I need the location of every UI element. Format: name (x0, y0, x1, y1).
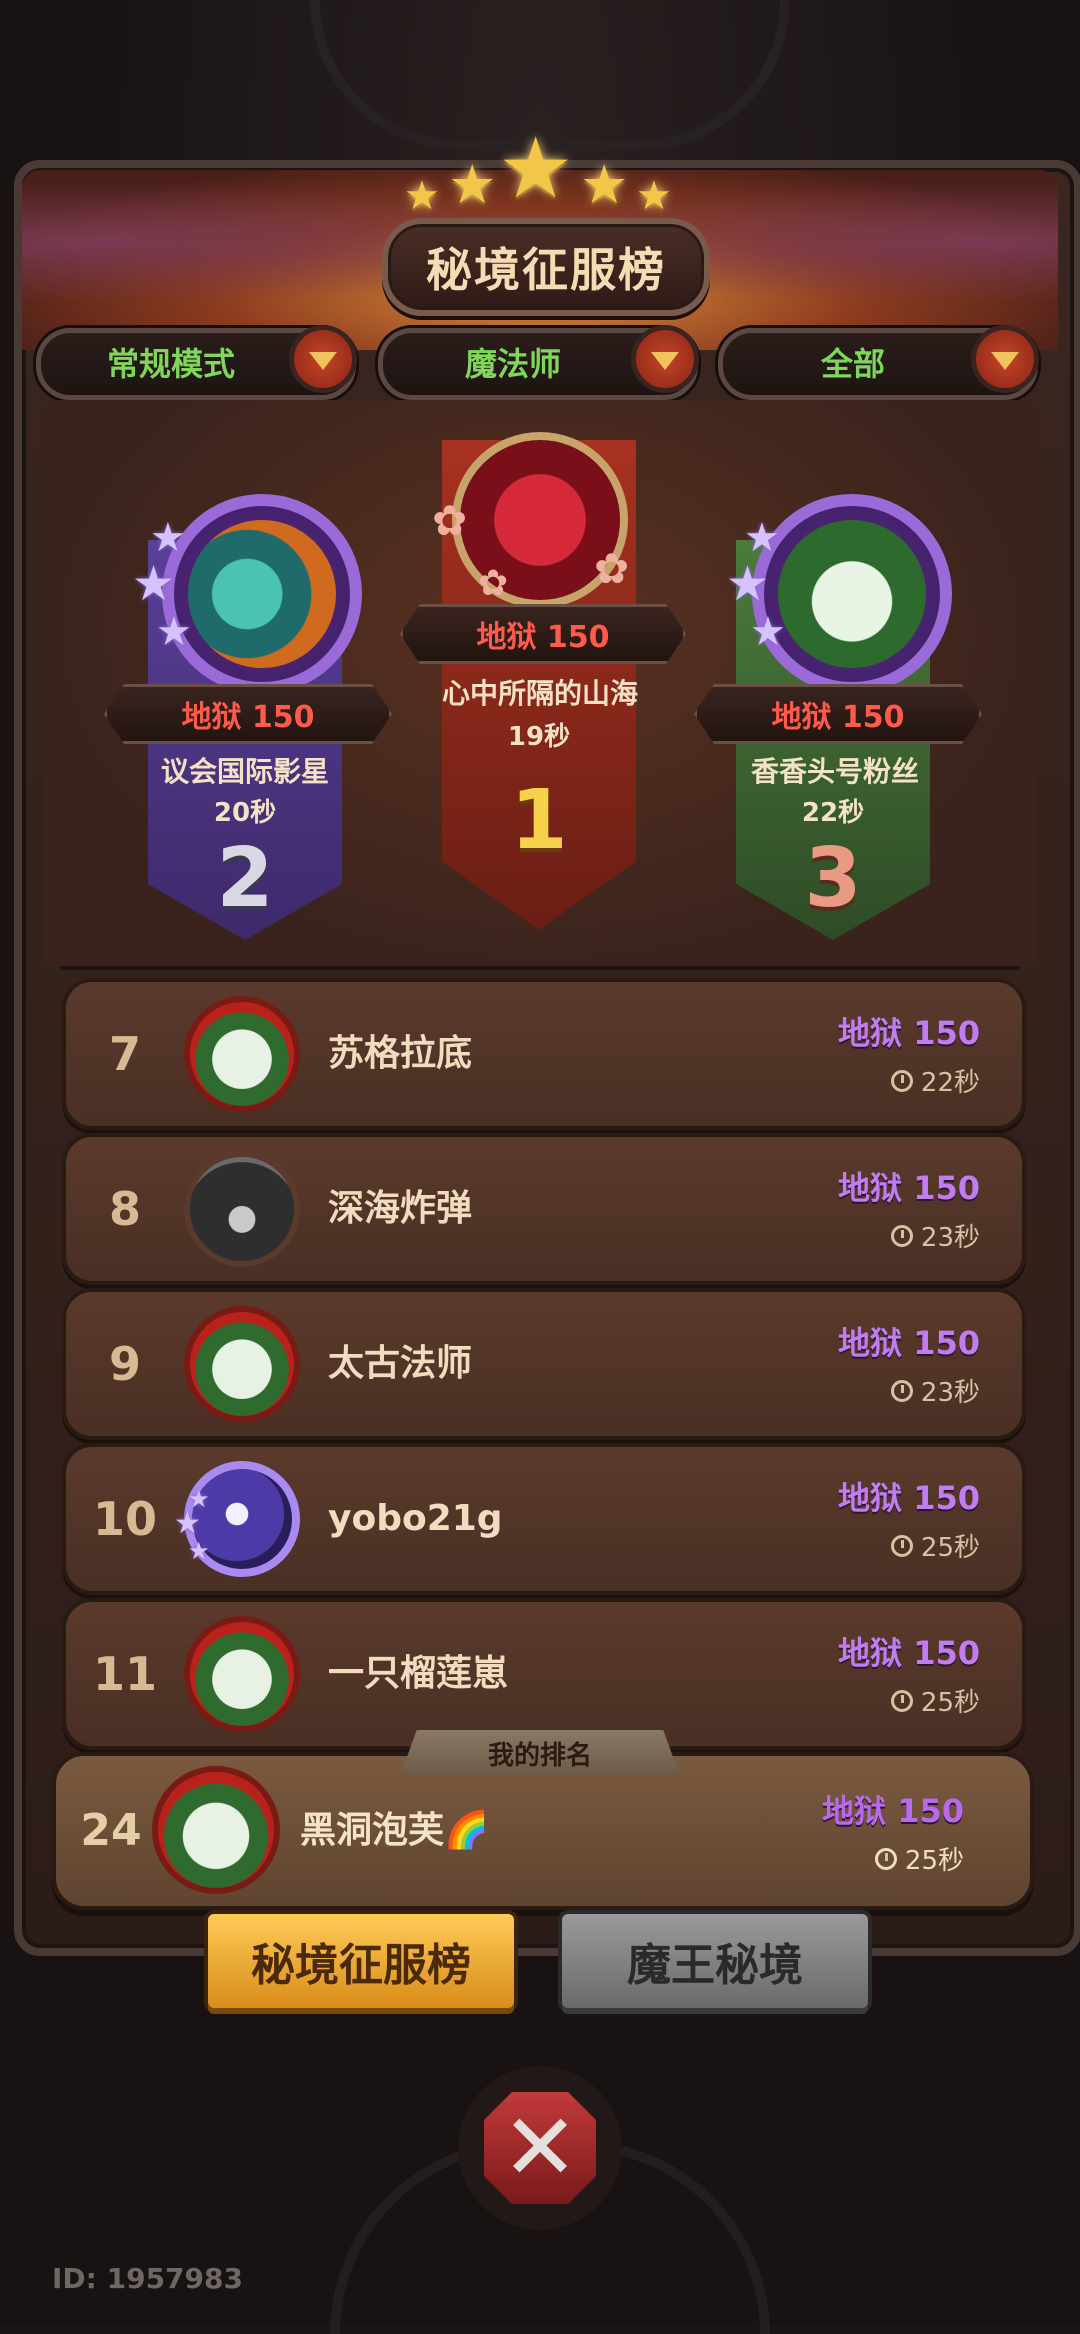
flower-icon: ✿ (594, 544, 630, 593)
clock-icon (890, 1379, 913, 1402)
list-row[interactable]: 10 ★ ★ ★ yobo21g 地狱 150 25秒 (62, 1443, 1026, 1595)
my-time: 25秒 (904, 1846, 964, 1876)
chevron-down-icon[interactable] (971, 325, 1039, 393)
row-difficulty: 地狱 150 (838, 1479, 980, 1517)
hooded-avatar-icon (184, 1151, 300, 1267)
podium-second-name: 议会国际影星 (160, 755, 329, 788)
podium-first-rank: 1 (510, 773, 568, 868)
podium-third-time: 22秒 (801, 798, 865, 828)
row-player-name: 太古法师 (328, 1343, 473, 1384)
row-difficulty: 地狱 150 (838, 1169, 980, 1207)
row-difficulty: 地狱 150 (838, 1634, 980, 1672)
row-time: 22秒 (920, 1068, 980, 1098)
row-player-name: 深海炸弹 (328, 1188, 473, 1229)
chevron-down-icon[interactable] (289, 325, 357, 393)
list-row[interactable]: 11 一只榴莲崽 地狱 150 25秒 (62, 1598, 1026, 1750)
user-id: ID: 1957983 (52, 2262, 243, 2295)
podium-third-name: 香香头号粉丝 (750, 755, 919, 788)
page-title: 秘境征服榜 (426, 243, 666, 297)
row-rank: 11 (92, 1647, 157, 1701)
podium-third-difficulty: 地狱 150 (694, 684, 982, 744)
my-rank-number: 24 (80, 1805, 142, 1856)
star-icon: ★ (174, 1506, 201, 1541)
clock-icon (890, 1224, 913, 1247)
scope-filter-dropdown[interactable]: 全部 (718, 325, 1039, 400)
xmas-avatar-icon (184, 1306, 300, 1422)
chevron-down-icon[interactable] (631, 325, 699, 393)
clock-icon (890, 1534, 913, 1557)
divider (60, 966, 1020, 970)
class-filter-label: 魔法师 (464, 345, 561, 383)
clock-icon (890, 1689, 913, 1712)
row-time: 23秒 (920, 1378, 980, 1408)
row-difficulty: 地狱 150 (838, 1014, 980, 1052)
my-player-name: 黑洞泡芙🌈 (300, 1810, 489, 1851)
xmas-avatar-icon (184, 996, 300, 1112)
xmas-avatar-icon (152, 1766, 280, 1894)
row-rank: 10 (92, 1492, 157, 1546)
row-time: 23秒 (920, 1223, 980, 1253)
star-icon: ★ (636, 173, 672, 219)
flower-icon: ✿ (478, 563, 509, 604)
row-rank: 9 (108, 1337, 141, 1391)
row-time: 25秒 (920, 1688, 980, 1718)
star-icon: ★ (750, 609, 786, 655)
star-icon: ★ (580, 153, 629, 216)
row-player-name: yobo21g (328, 1498, 503, 1539)
star-icon: ★ (726, 556, 770, 612)
podium-third-rank: 3 (804, 831, 862, 926)
my-difficulty: 地狱 150 (822, 1792, 964, 1830)
star-icon: ★ (150, 515, 186, 561)
star-icon: ★ (132, 556, 176, 612)
row-player-name: 苏格拉底 (328, 1033, 473, 1074)
clock-icon (890, 1069, 913, 1092)
row-rank: 7 (108, 1027, 141, 1081)
mode-filter-label: 常规模式 (106, 345, 235, 383)
my-rank-label: 我的排名 (400, 1730, 680, 1776)
podium-second-time: 20秒 (213, 798, 277, 828)
podium-third-avatar[interactable] (752, 494, 952, 694)
row-difficulty: 地狱 150 (838, 1324, 980, 1362)
podium-second-rank: 2 (216, 831, 274, 926)
scope-filter-label: 全部 (820, 345, 885, 383)
tab-conquest-leaderboard[interactable]: 秘境征服榜 (208, 1914, 514, 2008)
sheep-avatar-icon (778, 520, 926, 668)
list-row[interactable]: 9 太古法师 地狱 150 23秒 (62, 1288, 1026, 1440)
podium-first-time: 19秒 (507, 722, 571, 752)
star-icon: ★ (156, 609, 192, 655)
clock-icon (874, 1847, 897, 1870)
podium-first-difficulty: 地狱 150 (400, 604, 686, 664)
xmas-avatar-icon (184, 1616, 300, 1732)
star-icon: ★ (744, 515, 780, 561)
flower-icon: ✿ (432, 496, 468, 545)
list-row[interactable]: 7 苏格拉底 地狱 150 22秒 (62, 978, 1026, 1130)
star-icon: ★ (188, 1537, 210, 1565)
title-plaque: 秘境征服榜 (382, 218, 710, 316)
tab-demon-king-realm[interactable]: 魔王秘境 (562, 1914, 868, 2008)
row-rank: 8 (108, 1182, 141, 1236)
star-icon: ★ (498, 119, 574, 217)
class-filter-dropdown[interactable]: 魔法师 (378, 325, 699, 400)
podium-first-name: 心中所隔的山海 (441, 677, 638, 710)
podium-second-difficulty: 地狱 150 (104, 684, 392, 744)
star-icon: ★ (448, 153, 497, 216)
dragon-avatar-icon (188, 520, 336, 668)
list-row[interactable]: 8 深海炸弹 地狱 150 23秒 (62, 1133, 1026, 1285)
row-time: 25秒 (920, 1533, 980, 1563)
close-button[interactable]: ✕ (458, 2066, 622, 2230)
star-icon: ★ (404, 173, 440, 219)
row-player-name: 一只榴莲崽 (328, 1653, 509, 1694)
podium-second-avatar[interactable] (162, 494, 362, 694)
close-icon[interactable]: ✕ (484, 2092, 596, 2204)
mode-filter-dropdown[interactable]: 常规模式 (36, 325, 357, 400)
